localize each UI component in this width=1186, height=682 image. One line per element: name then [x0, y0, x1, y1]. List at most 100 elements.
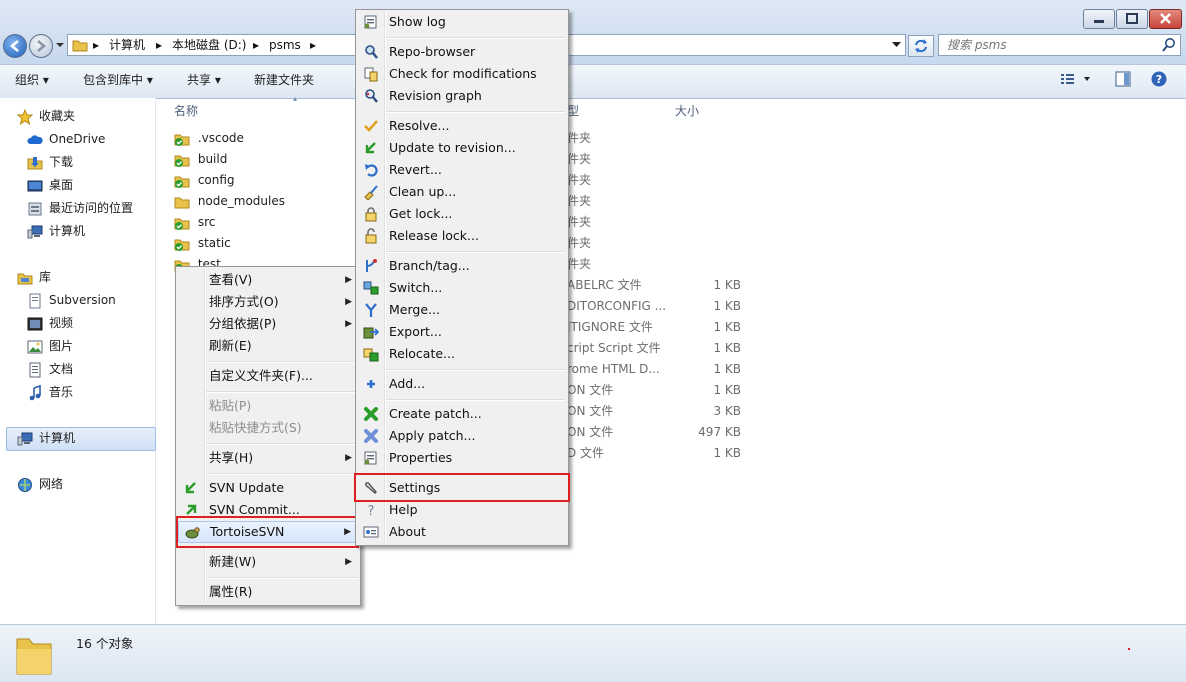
file-type: 件夹	[567, 194, 592, 208]
menu-item-sort[interactable]: 排序方式(O) ▶	[178, 291, 358, 313]
view-options-icon[interactable]	[1060, 72, 1090, 86]
menu-item-help[interactable]: ? Help	[358, 499, 566, 521]
list-item[interactable]: build	[174, 149, 227, 170]
nav-computer[interactable]: 计算机	[17, 427, 75, 449]
menu-item-export[interactable]: Export...	[358, 321, 566, 343]
menu-item-release-lock[interactable]: Release lock...	[358, 225, 566, 247]
recent-pages-dropdown-icon[interactable]	[55, 40, 65, 50]
nav-item-music[interactable]: 音乐	[27, 381, 73, 403]
nav-item-desktop[interactable]: 桌面	[27, 174, 73, 196]
menu-item-show-log[interactable]: Show log	[358, 11, 566, 33]
help-icon[interactable]: ?	[1151, 71, 1167, 87]
menu-item-properties[interactable]: Properties	[358, 447, 566, 469]
list-item[interactable]: src	[174, 212, 215, 233]
nav-item-recent[interactable]: 最近访问的位置	[27, 197, 133, 219]
close-button[interactable]	[1149, 9, 1182, 29]
properties-icon	[363, 450, 379, 466]
menu-item-new[interactable]: 新建(W) ▶	[178, 551, 358, 573]
submenu-arrow-icon: ▶	[345, 275, 352, 285]
breadcrumb-psms[interactable]: psms	[269, 35, 301, 55]
forward-button[interactable]	[29, 34, 53, 58]
nav-item-label: Subversion	[49, 293, 116, 307]
menu-item-repo-browser[interactable]: Repo-browser	[358, 41, 566, 63]
menu-label: Resolve...	[389, 118, 450, 133]
menu-item-update-to-revision[interactable]: Update to revision...	[358, 137, 566, 159]
menu-item-revision-graph[interactable]: Revision graph	[358, 85, 566, 107]
menu-item-branch-tag[interactable]: Branch/tag...	[358, 255, 566, 277]
preview-pane-icon[interactable]	[1115, 71, 1131, 87]
file-type: 件夹	[567, 152, 592, 166]
list-item[interactable]: node_modules	[174, 191, 285, 212]
breadcrumb-drive[interactable]: 本地磁盘 (D:)	[172, 35, 246, 55]
nav-favorites[interactable]: 收藏夹	[17, 105, 75, 127]
menu-item-apply-patch[interactable]: Apply patch...	[358, 425, 566, 447]
address-dropdown-icon[interactable]	[892, 41, 901, 49]
minimize-button[interactable]	[1083, 9, 1115, 29]
menu-item-share[interactable]: 共享(H) ▶	[178, 447, 358, 469]
menu-label: Revert...	[389, 162, 442, 177]
search-box[interactable]	[938, 34, 1181, 56]
nav-libraries[interactable]: 库	[17, 266, 51, 288]
lock-icon	[363, 206, 379, 222]
share-button[interactable]: 共享 ▾	[187, 71, 221, 88]
nav-item-onedrive[interactable]: OneDrive	[27, 128, 105, 150]
menu-label: 新建(W)	[209, 554, 257, 569]
list-item[interactable]: static	[174, 233, 231, 254]
nav-item-pictures[interactable]: 图片	[27, 335, 73, 357]
menu-item-properties[interactable]: 属性(R)	[178, 581, 358, 603]
downloads-folder-icon	[27, 155, 43, 171]
column-header-size[interactable]: 大小	[675, 102, 699, 119]
menu-item-view[interactable]: 查看(V) ▶	[178, 269, 358, 291]
refresh-button[interactable]	[908, 35, 934, 57]
menu-item-svn-update[interactable]: SVN Update	[178, 477, 358, 499]
menu-item-group[interactable]: 分组依据(P) ▶	[178, 313, 358, 335]
breadcrumb-computer[interactable]: 计算机	[109, 35, 145, 55]
include-in-library-button[interactable]: 包含到库中 ▾	[83, 71, 153, 88]
menu-item-create-patch[interactable]: Create patch...	[358, 403, 566, 425]
file-size: 3 KB	[713, 404, 741, 418]
nav-item-documents[interactable]: 文档	[27, 358, 73, 380]
maximize-button[interactable]	[1116, 9, 1148, 29]
column-header-name[interactable]: 名称	[174, 102, 198, 119]
menu-item-resolve[interactable]: Resolve...	[358, 115, 566, 137]
list-item[interactable]: config	[174, 170, 235, 191]
file-type: ON 文件	[567, 425, 614, 439]
menu-item-refresh[interactable]: 刷新(E)	[178, 335, 358, 357]
cloud-icon	[27, 132, 43, 148]
menu-label: Apply patch...	[389, 428, 476, 443]
menu-separator	[386, 111, 565, 113]
menu-item-relocate[interactable]: Relocate...	[358, 343, 566, 365]
nav-item-downloads[interactable]: 下载	[27, 151, 73, 173]
menu-item-clean-up[interactable]: Clean up...	[358, 181, 566, 203]
new-folder-button[interactable]: 新建文件夹	[254, 71, 314, 88]
search-input[interactable]	[945, 36, 1149, 54]
menu-label: Add...	[389, 376, 426, 391]
nav-item-subversion[interactable]: Subversion	[27, 289, 116, 311]
nav-item-videos[interactable]: 视频	[27, 312, 73, 334]
organize-button[interactable]: 组织 ▾	[15, 71, 49, 88]
menu-item-switch[interactable]: Switch...	[358, 277, 566, 299]
network-icon	[17, 477, 33, 493]
menu-item-about[interactable]: About	[358, 521, 566, 543]
back-button[interactable]	[3, 34, 27, 58]
nav-network[interactable]: 网络	[17, 473, 63, 495]
breadcrumb-separator-icon: ▸	[310, 38, 317, 52]
menu-label: Release lock...	[389, 228, 479, 243]
menu-item-check-modifications[interactable]: Check for modifications	[358, 63, 566, 85]
file-type: ON 文件	[567, 383, 614, 397]
list-item[interactable]: .vscode	[174, 128, 244, 149]
nav-item-label: 下载	[49, 155, 74, 169]
menu-item-merge[interactable]: Merge...	[358, 299, 566, 321]
menu-item-add[interactable]: Add...	[358, 373, 566, 395]
menu-separator	[386, 399, 565, 401]
menu-item-get-lock[interactable]: Get lock...	[358, 203, 566, 225]
star-icon	[17, 108, 33, 125]
folder-icon	[72, 37, 88, 53]
menu-label: 粘贴快捷方式(S)	[209, 420, 302, 435]
nav-item-computer-fav[interactable]: 计算机	[27, 220, 85, 242]
menu-item-customize[interactable]: 自定义文件夹(F)...	[178, 365, 358, 387]
menu-item-revert[interactable]: Revert...	[358, 159, 566, 181]
branch-icon	[363, 258, 379, 274]
file-type: 件夹	[567, 215, 592, 229]
search-icon[interactable]	[1161, 37, 1177, 53]
